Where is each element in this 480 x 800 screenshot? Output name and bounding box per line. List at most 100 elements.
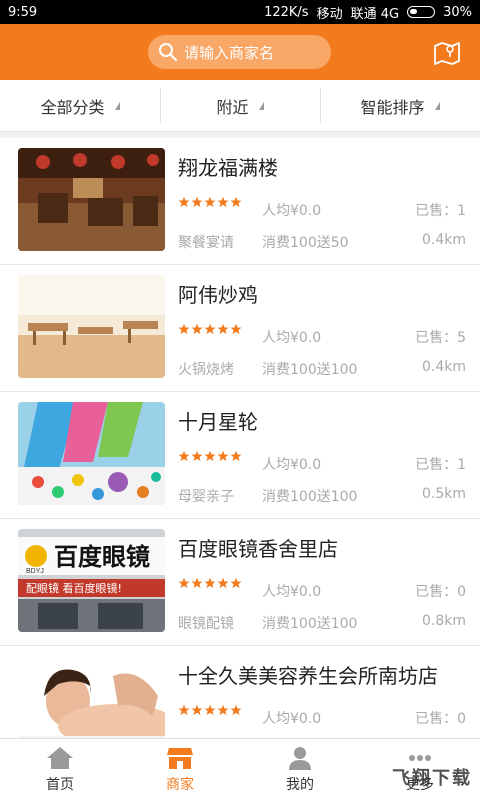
tab-mine[interactable]: 我的 bbox=[240, 739, 360, 800]
avg-price: 人均¥0.0 bbox=[262, 457, 322, 473]
status-network: 122K/s bbox=[264, 4, 309, 20]
avg-price: 人均¥0.0 bbox=[262, 584, 322, 600]
star-icon bbox=[204, 323, 216, 335]
shop-promo: 消费100送50 bbox=[262, 235, 349, 251]
star-icon bbox=[217, 577, 229, 589]
star-icon bbox=[191, 196, 203, 208]
shop-distance: 0.5km bbox=[421, 486, 466, 502]
filter-category-label: 全部分类 bbox=[40, 97, 105, 117]
battery-icon bbox=[407, 6, 436, 18]
star-icon bbox=[191, 704, 203, 716]
tab-mine-label: 我的 bbox=[286, 777, 314, 793]
shop-category: 聚餐宴请 bbox=[178, 235, 234, 251]
shop-name: 十月星轮 bbox=[178, 410, 258, 434]
status-time: 9:59 bbox=[8, 4, 38, 20]
search-placeholder: 请输入商家名 bbox=[184, 43, 275, 62]
glasses-sign: 百度眼镜 bbox=[54, 543, 150, 571]
shop-photo bbox=[18, 275, 165, 378]
avg-price: 人均¥0.0 bbox=[262, 203, 322, 219]
rating-stars bbox=[178, 704, 242, 716]
triangle-down-icon bbox=[114, 101, 120, 110]
star-icon bbox=[217, 323, 229, 335]
avg-price: 人均¥0.0 bbox=[262, 330, 322, 346]
shop-promo: 消费100送100 bbox=[262, 489, 358, 505]
shop-list: 翔龙福满楼 人均¥0.0 已售：1 聚餐宴请 消费100送50 0.4km 阿伟… bbox=[0, 138, 480, 738]
glasses-banner: 配眼镜 看百度眼镜! bbox=[26, 581, 122, 595]
star-icon bbox=[217, 450, 229, 462]
star-icon bbox=[191, 577, 203, 589]
user-icon bbox=[289, 747, 311, 770]
sold-count: 已售：0 bbox=[415, 584, 466, 600]
shop-name: 十全久美美容养生会所南坊店 bbox=[178, 664, 438, 688]
shop-photo bbox=[18, 656, 165, 738]
filter-sort[interactable]: 智能排序 bbox=[320, 80, 480, 131]
watermark-logo: 飞翔下载 bbox=[392, 768, 472, 789]
filter-nearby-label: 附近 bbox=[216, 97, 249, 117]
shop-photo bbox=[18, 148, 165, 251]
search-input[interactable]: 请输入商家名 bbox=[148, 35, 331, 69]
sold-count: 已售：1 bbox=[415, 203, 466, 219]
shop-category: 火锅烧烤 bbox=[178, 362, 234, 378]
star-icon bbox=[204, 577, 216, 589]
tab-shops-label: 商家 bbox=[166, 777, 194, 793]
tab-shops[interactable]: 商家 bbox=[120, 739, 240, 800]
filter-sort-label: 智能排序 bbox=[360, 97, 425, 117]
home-icon bbox=[47, 747, 73, 769]
filter-bar: 全部分类 附近 智能排序 bbox=[0, 80, 480, 132]
shop-item[interactable]: 十月星轮 人均¥0.0 已售：1 母婴亲子 消费100送100 0.5km bbox=[0, 392, 480, 519]
shop-category: 眼镜配镜 bbox=[178, 616, 234, 632]
star-icon bbox=[217, 704, 229, 716]
shop-name: 百度眼镜香舍里店 bbox=[178, 537, 338, 561]
star-icon bbox=[230, 577, 242, 589]
tab-home-label: 首页 bbox=[46, 777, 74, 793]
star-icon bbox=[230, 450, 242, 462]
tab-home[interactable]: 首页 bbox=[0, 739, 120, 800]
shop-promo: 消费100送100 bbox=[262, 362, 358, 378]
shop-promo: 消费100送100 bbox=[262, 616, 358, 632]
star-icon bbox=[178, 704, 190, 716]
filter-nearby[interactable]: 附近 bbox=[160, 80, 320, 131]
map-icon[interactable] bbox=[432, 37, 462, 67]
triangle-down-icon bbox=[258, 101, 264, 110]
filter-category[interactable]: 全部分类 bbox=[0, 80, 160, 131]
star-icon bbox=[230, 196, 242, 208]
avg-price: 人均¥0.0 bbox=[262, 711, 322, 727]
status-carrier-2: 联通 4G bbox=[350, 6, 400, 22]
shop-item[interactable]: BDYJ 百度眼镜 配眼镜 看百度眼镜! 百度眼镜香舍里店 人均¥0.0 已售：… bbox=[0, 519, 480, 646]
shop-item[interactable]: 十全久美美容养生会所南坊店 人均¥0.0 已售：0 bbox=[0, 646, 480, 738]
shop-item[interactable]: 阿伟炒鸡 人均¥0.0 已售：5 火锅烧烤 消费100送100 0.4km bbox=[0, 265, 480, 392]
sold-count: 已售：0 bbox=[415, 711, 466, 727]
star-icon bbox=[217, 196, 229, 208]
star-icon bbox=[178, 323, 190, 335]
star-icon bbox=[204, 196, 216, 208]
star-icon bbox=[230, 704, 242, 716]
star-icon bbox=[178, 577, 190, 589]
status-carrier-1: 移动 bbox=[316, 6, 343, 22]
sold-count: 已售：1 bbox=[415, 457, 466, 473]
shop-icon bbox=[167, 748, 193, 769]
sold-count: 已售：5 bbox=[415, 330, 466, 346]
star-icon bbox=[178, 450, 190, 462]
shop-distance: 0.4km bbox=[421, 359, 466, 375]
rating-stars bbox=[178, 450, 242, 462]
shop-item[interactable]: 翔龙福满楼 人均¥0.0 已售：1 聚餐宴请 消费100送50 0.4km bbox=[0, 138, 480, 265]
star-icon bbox=[191, 323, 203, 335]
header: 请输入商家名 bbox=[0, 24, 480, 80]
search-icon bbox=[159, 43, 178, 62]
shop-photo: BDYJ 百度眼镜 配眼镜 看百度眼镜! bbox=[18, 529, 165, 632]
shop-distance: 0.4km bbox=[421, 232, 466, 248]
star-icon bbox=[204, 450, 216, 462]
shop-name: 阿伟炒鸡 bbox=[178, 283, 258, 307]
triangle-down-icon bbox=[434, 101, 440, 110]
shop-category: 母婴亲子 bbox=[178, 489, 234, 505]
shop-distance: 0.8km bbox=[421, 613, 466, 629]
shop-photo bbox=[18, 402, 165, 505]
rating-stars bbox=[178, 323, 242, 335]
star-icon bbox=[191, 450, 203, 462]
rating-stars bbox=[178, 577, 242, 589]
rating-stars bbox=[178, 196, 242, 208]
star-icon bbox=[178, 196, 190, 208]
star-icon bbox=[204, 704, 216, 716]
shop-name: 翔龙福满楼 bbox=[178, 156, 278, 180]
status-bar: 9:59 122K/s 移动 联通 4G 30% bbox=[0, 0, 480, 24]
